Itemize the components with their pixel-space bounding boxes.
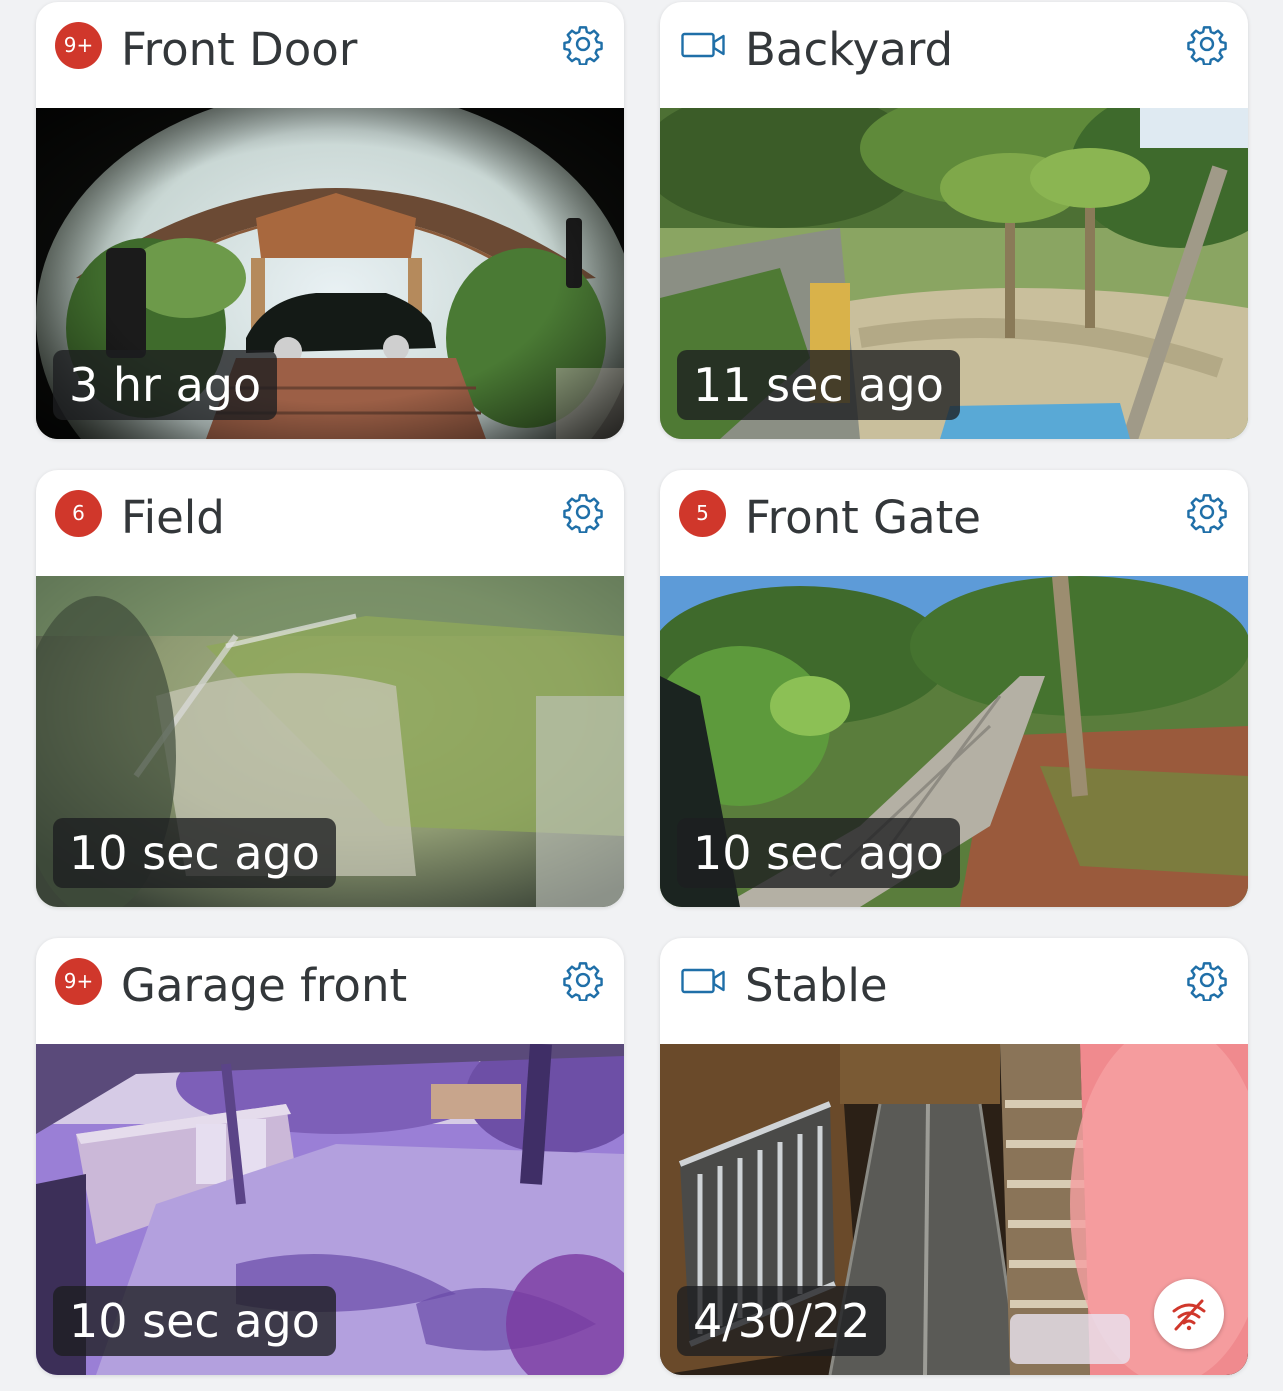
- notification-badge: 6: [55, 490, 102, 537]
- camera-name: Front Gate: [745, 491, 981, 544]
- timestamp-label: 11 sec ago: [677, 350, 960, 420]
- camera-feed[interactable]: 10 sec ago: [36, 1044, 624, 1375]
- timestamp-label: 10 sec ago: [677, 818, 960, 888]
- camera-name: Garage front: [121, 959, 408, 1012]
- timestamp-label: 3 hr ago: [53, 350, 278, 420]
- card-header: Stable: [660, 938, 1248, 1044]
- camera-feed[interactable]: 4/30/22: [660, 1044, 1248, 1375]
- camera-feed[interactable]: 10 sec ago: [36, 576, 624, 907]
- notification-badge: 9+: [55, 958, 102, 1005]
- wifi-off-indicator[interactable]: [1154, 1279, 1224, 1349]
- video-camera-icon: [681, 32, 725, 58]
- timestamp-label: 10 sec ago: [53, 1286, 336, 1356]
- gear-icon[interactable]: [562, 959, 604, 1001]
- camera-name: Front Door: [121, 23, 358, 76]
- camera-card-backyard[interactable]: Backyard 11 sec ago: [660, 2, 1248, 439]
- gear-icon[interactable]: [562, 491, 604, 533]
- card-header: 6 Field: [36, 470, 624, 576]
- camera-feed[interactable]: 3 hr ago: [36, 108, 624, 439]
- camera-card-stable[interactable]: Stable 4/30/22: [660, 938, 1248, 1375]
- camera-card-field[interactable]: 6 Field 10 sec ago: [36, 470, 624, 907]
- camera-name: Field: [121, 491, 225, 544]
- video-camera-icon: [681, 968, 725, 994]
- card-header: 9+ Garage front: [36, 938, 624, 1044]
- camera-feed[interactable]: 10 sec ago: [660, 576, 1248, 907]
- camera-name: Stable: [745, 959, 888, 1012]
- timestamp-label: 10 sec ago: [53, 818, 336, 888]
- camera-card-garage-front[interactable]: 9+ Garage front 10 sec ago: [36, 938, 624, 1375]
- card-header: 9+ Front Door: [36, 2, 624, 108]
- camera-grid: 9+ Front Door 3 hr ago Backyard 11 sec a…: [0, 0, 1283, 1391]
- camera-feed[interactable]: 11 sec ago: [660, 108, 1248, 439]
- gear-icon[interactable]: [1186, 959, 1228, 1001]
- notification-badge: 9+: [55, 22, 102, 69]
- gear-icon[interactable]: [562, 23, 604, 65]
- gear-icon[interactable]: [1186, 23, 1228, 65]
- camera-name: Backyard: [745, 23, 954, 76]
- card-header: Backyard: [660, 2, 1248, 108]
- gear-icon[interactable]: [1186, 491, 1228, 533]
- camera-card-front-gate[interactable]: 5 Front Gate 10 sec ago: [660, 470, 1248, 907]
- notification-badge: 5: [679, 490, 726, 537]
- timestamp-label: 4/30/22: [677, 1286, 887, 1356]
- camera-card-front-door[interactable]: 9+ Front Door 3 hr ago: [36, 2, 624, 439]
- wifi-off-icon: [1172, 1299, 1206, 1331]
- card-header: 5 Front Gate: [660, 470, 1248, 576]
